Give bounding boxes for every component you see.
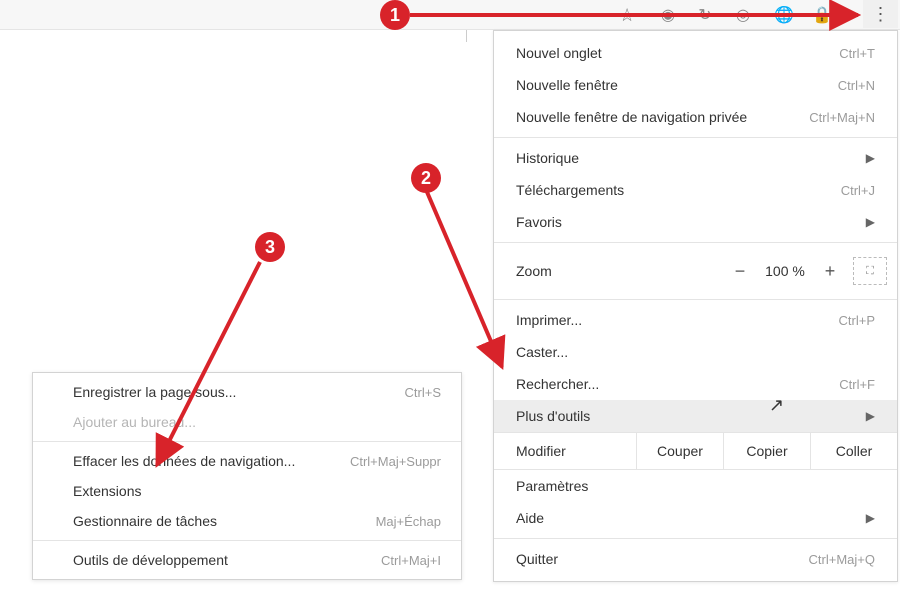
menu-zoom-row: Zoom − 100 % + ⛶ <box>494 247 897 295</box>
menu-more-tools[interactable]: Plus d'outils ▶ <box>494 400 897 432</box>
chevron-right-icon: ▶ <box>866 409 875 423</box>
menu-cast[interactable]: Caster... <box>494 336 897 368</box>
chrome-menu-button[interactable]: ⋮ <box>863 0 898 28</box>
extension-icon-5[interactable]: 🔒 <box>811 4 833 26</box>
bookmark-star-icon[interactable]: ☆ <box>619 5 635 26</box>
paste-button[interactable]: Coller <box>810 433 897 469</box>
zoom-out-button[interactable]: − <box>725 261 755 282</box>
more-tools-submenu: Enregistrer la page sous... Ctrl+S Ajout… <box>32 372 462 580</box>
extension-icon-3[interactable]: ◎ <box>732 4 754 26</box>
menu-downloads[interactable]: Téléchargements Ctrl+J <box>494 174 897 206</box>
separator <box>494 242 897 243</box>
vertical-dots-icon: ⋮ <box>872 4 890 25</box>
chevron-right-icon: ▶ <box>866 151 875 165</box>
separator <box>494 137 897 138</box>
chevron-right-icon: ▶ <box>866 215 875 229</box>
menu-bookmarks[interactable]: Favoris ▶ <box>494 206 897 238</box>
submenu-task-manager[interactable]: Gestionnaire de tâches Maj+Échap <box>33 506 461 536</box>
annotation-badge-3: 3 <box>255 232 285 262</box>
menu-quit[interactable]: Quitter Ctrl+Maj+Q <box>494 543 897 575</box>
extension-icon-1[interactable]: ◉ <box>657 4 679 26</box>
separator <box>494 299 897 300</box>
extension-icon-4[interactable]: 🌐 <box>773 4 795 26</box>
submenu-save-as[interactable]: Enregistrer la page sous... Ctrl+S <box>33 377 461 407</box>
zoom-label: Zoom <box>516 263 725 279</box>
menu-history[interactable]: Historique ▶ <box>494 142 897 174</box>
chevron-right-icon: ▶ <box>866 511 875 525</box>
arrow-2 <box>427 192 502 367</box>
separator <box>33 441 461 442</box>
copy-button[interactable]: Copier <box>723 433 810 469</box>
cut-button[interactable]: Couper <box>636 433 723 469</box>
zoom-in-button[interactable]: + <box>815 261 845 282</box>
menu-settings[interactable]: Paramètres <box>494 470 897 502</box>
fullscreen-button[interactable]: ⛶ <box>853 257 887 285</box>
menu-print[interactable]: Imprimer... Ctrl+P <box>494 304 897 336</box>
zoom-value: 100 % <box>755 263 815 279</box>
submenu-clear-data[interactable]: Effacer les données de navigation... Ctr… <box>33 446 461 476</box>
separator <box>494 538 897 539</box>
annotation-badge-2: 2 <box>411 163 441 193</box>
submenu-dev-tools[interactable]: Outils de développement Ctrl+Maj+I <box>33 545 461 575</box>
extension-icon-2[interactable]: ↻ <box>694 4 716 26</box>
annotation-badge-1: 1 <box>380 0 410 30</box>
submenu-extensions[interactable]: Extensions <box>33 476 461 506</box>
menu-edit-row: Modifier Couper Copier Coller <box>494 432 897 470</box>
menu-help[interactable]: Aide ▶ <box>494 502 897 534</box>
menu-new-window[interactable]: Nouvelle fenêtre Ctrl+N <box>494 69 897 101</box>
tab-edge <box>0 30 467 42</box>
menu-find[interactable]: Rechercher... Ctrl+F <box>494 368 897 400</box>
browser-toolbar <box>0 0 900 30</box>
main-menu: Nouvel onglet Ctrl+T Nouvelle fenêtre Ct… <box>493 30 898 582</box>
menu-incognito[interactable]: Nouvelle fenêtre de navigation privée Ct… <box>494 101 897 133</box>
separator <box>33 540 461 541</box>
mouse-cursor-icon: ↖ <box>769 395 784 416</box>
menu-new-tab[interactable]: Nouvel onglet Ctrl+T <box>494 37 897 69</box>
submenu-add-desktop: Ajouter au bureau... <box>33 407 461 437</box>
edit-label: Modifier <box>494 433 636 469</box>
